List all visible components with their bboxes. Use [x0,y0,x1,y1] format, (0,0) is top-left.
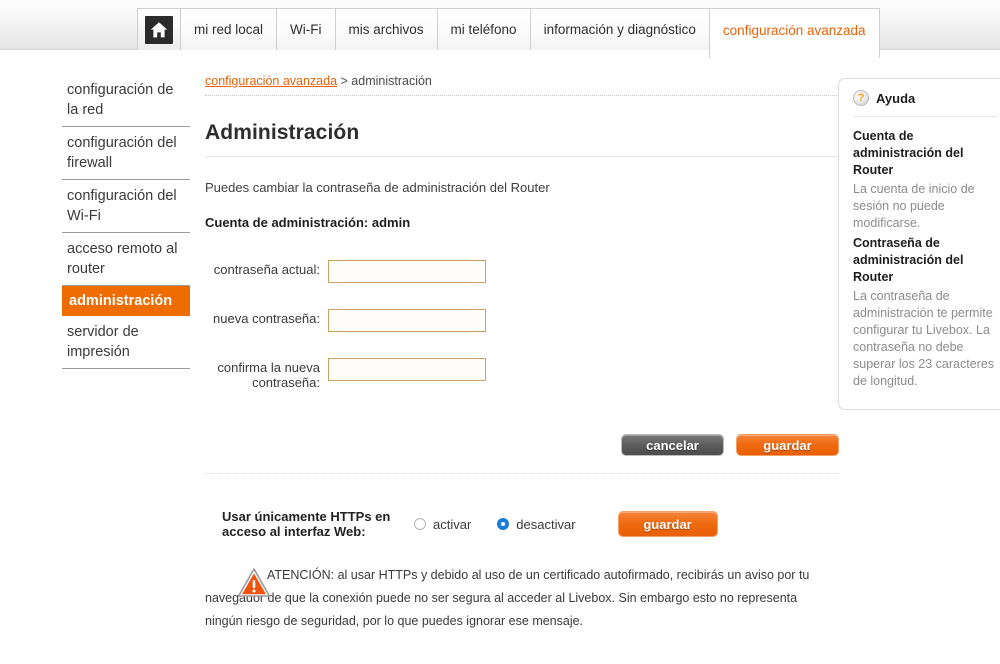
help-panel: ? Ayuda Cuenta de administración del Rou… [838,78,1000,410]
sidebar-item-acceso-remoto-al-router[interactable]: acceso remoto al router [62,233,190,286]
section-divider [205,473,839,474]
https-label: Usar únicamente HTTPs en acceso al inter… [222,509,391,539]
tab-label: Wi-Fi [290,22,322,37]
tab-mi-red-local[interactable]: mi red local [180,8,277,50]
help-section-heading: Cuenta de administración del Router [853,129,964,177]
tab-label: mis archivos [348,22,424,37]
sidebar-item-label: administración [69,293,173,309]
radio-option-activar[interactable]: activar [414,517,471,532]
sidebar-item-label: configuración de la red [67,82,174,118]
tab-label: mi teléfono [450,22,517,37]
tab-home[interactable] [137,8,180,50]
label-current-password: contraseña actual: [213,262,320,277]
breadcrumb-separator: > [337,74,352,88]
sidebar-item-administracion[interactable]: administración [62,286,190,316]
tab-label: información y diagnóstico [543,22,696,37]
cancel-button[interactable]: cancelar [621,434,724,456]
form-row-confirm-password: confirma la nueva contraseña: [205,358,839,390]
help-section: Contraseña de administración del Router … [853,235,996,390]
help-divider [853,116,996,117]
sidebar-item-label: configuración del Wi-Fi [67,188,177,224]
save-https-button[interactable]: guardar [617,511,718,537]
field-wrap [328,260,486,283]
form-button-row: cancelar guardar [205,434,839,456]
save-password-button[interactable]: guardar [736,434,839,456]
form-row-new-password: nueva contraseña: [205,309,839,332]
main-content: configuración avanzada > administración … [205,74,839,633]
breadcrumb-divider [205,95,839,96]
new-password-input[interactable] [328,309,486,332]
tab-configuracion-avanzada[interactable]: configuración avanzada [708,8,880,58]
sidebar-item-configuracion-del-firewall[interactable]: configuración del firewall [62,127,190,180]
radio-label-activar: activar [433,516,472,532]
sidebar-item-configuracion-de-la-red[interactable]: configuración de la red [62,74,190,127]
sidebar-item-label: servidor de impresión [67,324,139,360]
breadcrumb-link-configuracion-avanzada[interactable]: configuración avanzada [205,74,337,88]
field-wrap [328,358,486,381]
tab-wifi[interactable]: Wi-Fi [276,8,335,50]
tab-label: configuración avanzada [722,23,866,38]
help-section-body: La contraseña de administración te permi… [853,289,995,388]
https-settings-row: Usar únicamente HTTPs en acceso al inter… [205,509,839,539]
tab-mi-telefono[interactable]: mi teléfono [436,8,530,50]
radio-button-activar[interactable] [414,518,426,530]
https-radio-group: activar desactivar [414,517,576,532]
warning-block: ATENCIÓN: al usar HTTPs y debido al uso … [205,564,839,633]
warning-text: ATENCIÓN: al usar HTTPs y debido al uso … [205,568,810,628]
current-password-input[interactable] [328,260,486,283]
sidebar-item-servidor-de-impresion[interactable]: servidor de impresión [62,316,190,369]
radio-button-desactivar[interactable] [497,518,510,530]
tab-strip: mi red local Wi-Fi mis archivos mi teléf… [137,8,880,58]
top-navigation-bar: mi red local Wi-Fi mis archivos mi teléf… [0,0,1000,58]
page-title-rule [205,156,839,157]
page-root: mi red local Wi-Fi mis archivos mi teléf… [0,0,1000,664]
help-section-heading: Contraseña de administración del Router [853,236,964,284]
sidebar-nav: configuración de la red configuración de… [62,74,190,369]
radio-option-desactivar[interactable]: desactivar [497,516,576,532]
sidebar-item-configuracion-del-wifi[interactable]: configuración del Wi-Fi [62,180,190,233]
password-form: contraseña actual: nueva contraseña: con… [205,260,839,390]
sidebar-item-label: configuración del firewall [67,135,177,171]
form-row-current-password: contraseña actual: [205,260,839,283]
radio-label-desactivar: desactivar [516,516,576,532]
breadcrumb-current: administración [351,74,432,88]
confirm-password-input[interactable] [328,358,486,381]
admin-account-line: Cuenta de administración: admin [205,215,411,230]
tab-mis-archivos[interactable]: mis archivos [334,8,437,50]
warning-triangle-icon [237,567,271,598]
help-header: ? Ayuda [853,90,996,106]
help-section-body: La cuenta de inicio de sesión no puede m… [853,182,975,230]
help-title: Ayuda [876,90,916,106]
label-confirm-password: confirma la nueva contraseña: [217,360,320,390]
field-wrap [328,309,486,332]
help-section: Cuenta de administración del Router La c… [853,128,996,232]
page-title: Administración [205,121,360,144]
tab-informacion-y-diagnostico[interactable]: información y diagnóstico [529,8,709,50]
tab-label: mi red local [194,22,264,37]
intro-text: Puedes cambiar la contraseña de administ… [205,180,550,195]
label-new-password: nueva contraseña: [213,311,320,326]
home-icon [145,15,173,44]
breadcrumb: configuración avanzada > administración [205,74,839,88]
sidebar-item-label: acceso remoto al router [67,241,178,277]
question-mark-icon: ? [853,90,869,106]
